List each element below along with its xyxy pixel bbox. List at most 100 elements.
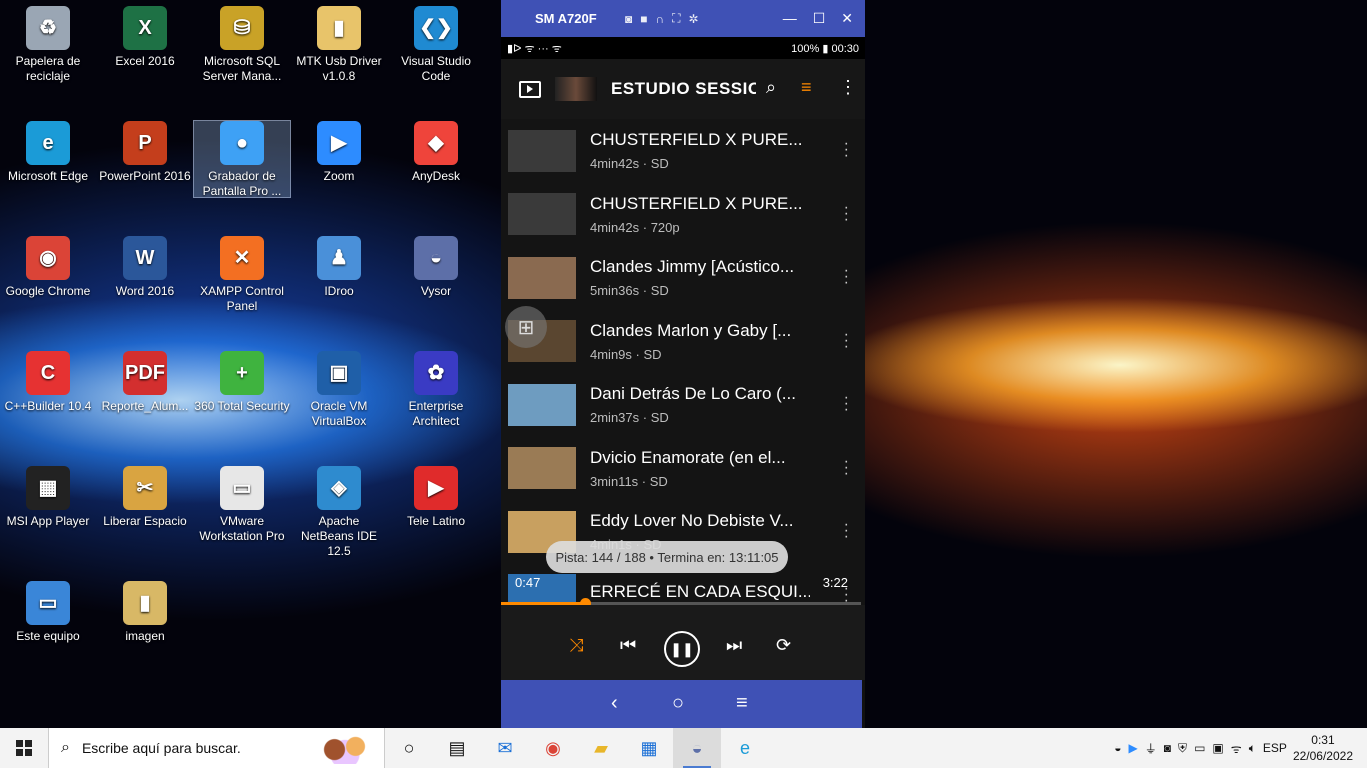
wifi-icon[interactable]: ᯤ [1231, 740, 1242, 757]
playlist-item[interactable]: CHUSTERFIELD X PURE... 4min42s · 720p · · · [501, 183, 865, 247]
task-view-icon[interactable]: ○ [385, 728, 433, 768]
usb-tray-icon[interactable]: ⏚ [1145, 740, 1157, 757]
item-more-icon[interactable]: · · · [844, 199, 849, 227]
app-icon: ◆ [414, 121, 458, 165]
vysor-titlebar[interactable]: SM A720F ◙ ■ ∩ ⛶ ✲ — ☐ ✕ [501, 0, 865, 37]
chrome-icon[interactable]: ◉ [529, 728, 577, 768]
desktop-icon[interactable]: PDF Reporte_Alum... [97, 351, 193, 427]
item-more-icon[interactable]: · · · [844, 136, 849, 164]
vysor-taskbar-icon[interactable]: ◒ [673, 728, 721, 768]
app-icon: ✂ [123, 466, 167, 510]
desktop-icon-label: Zoom [323, 169, 355, 183]
minimize-button[interactable]: — [783, 10, 797, 27]
previous-icon[interactable]: ⏮ [620, 635, 636, 656]
maximize-button[interactable]: ☐ [813, 10, 826, 27]
search-icon[interactable]: ⌕ [766, 77, 776, 98]
desktop-icon[interactable]: ▮ MTK Usb Driver v1.0.8 [291, 6, 387, 83]
desktop-icon[interactable]: ◒ Vysor [388, 236, 484, 312]
item-more-icon[interactable]: · · · [844, 326, 849, 354]
edge-icon[interactable]: e [721, 728, 769, 768]
app-icon: X [123, 6, 167, 50]
desktop-icon[interactable]: ▮ imagen [97, 581, 193, 657]
desktop-icon[interactable]: ◉ Google Chrome [0, 236, 96, 312]
desktop-icon[interactable]: ✿ Enterprise Architect [388, 351, 484, 428]
queue-icon[interactable]: ≡ [801, 77, 812, 98]
desktop-icon[interactable]: ◈ Apache NetBeans IDE 12.5 [291, 466, 387, 558]
close-button[interactable]: ✕ [841, 10, 853, 27]
desktop-icon[interactable]: ▭ VMware Workstation Pro [194, 466, 290, 543]
widgets-icon[interactable]: ▤ [433, 728, 481, 768]
desktop-icon[interactable]: P PowerPoint 2016 [97, 121, 193, 197]
desktop-icon[interactable]: ♟ IDroo [291, 236, 387, 312]
network-tray-icon[interactable]: ▣ [1212, 741, 1223, 755]
desktop-icon[interactable]: W Word 2016 [97, 236, 193, 312]
item-more-icon[interactable]: · · · [844, 263, 849, 291]
fullscreen-icon[interactable]: ⛶ [672, 11, 680, 26]
track-meta: 5min36s · SD [590, 283, 669, 299]
desktop-icon[interactable]: C C++Builder 10.4 [0, 351, 96, 427]
status-left: ▮ᐅ ᯤ ··· ᯤ [507, 42, 562, 55]
desktop-icon[interactable]: ▶ Tele Latino [388, 466, 484, 542]
zoom-tray-icon[interactable]: ▶ [1129, 741, 1138, 755]
app-icon: ⛁ [220, 6, 264, 50]
desktop-icon-label: Word 2016 [115, 284, 175, 298]
desktop-icon[interactable]: ◆ AnyDesk [388, 121, 484, 197]
playlist-item[interactable]: CHUSTERFIELD X PURE... 4min42s · SD · · · [501, 119, 865, 183]
back-icon[interactable]: ‹ [611, 692, 618, 715]
track-title: ERRECÉ EN CADA ESQUI... [590, 582, 810, 602]
language-indicator[interactable]: ESP [1263, 741, 1287, 755]
volume-icon[interactable]: 🔈︎ [1249, 741, 1256, 756]
desktop-icon[interactable]: ▶ Zoom [291, 121, 387, 197]
desktop-icon[interactable]: e Microsoft Edge [0, 121, 96, 197]
next-icon[interactable]: ⏭ [726, 635, 742, 656]
vysor-tray-icon[interactable]: ◒ [1114, 741, 1121, 755]
mail-icon[interactable]: ✉ [481, 728, 529, 768]
playlist-item[interactable]: Dani Detrás De Lo Caro (... 2min37s · SD ·… [501, 373, 865, 437]
display-tray-icon[interactable]: ▭ [1194, 741, 1205, 755]
store-icon[interactable]: ▦ [625, 728, 673, 768]
playlist-item[interactable]: Clandes Marlon y Gaby [... 4min9s · SD · · · [501, 310, 865, 374]
desktop-icon[interactable]: +360 Total Security [194, 351, 290, 427]
recents-icon[interactable]: ≡ [736, 692, 748, 715]
playlist-item[interactable]: Clandes Jimmy [Acústico... 5min36s · SD · ·… [501, 246, 865, 310]
item-more-icon[interactable]: · · · [844, 453, 849, 481]
app-icon: ♻ [26, 6, 70, 50]
taskbar-search[interactable]: ⌕ Escribe aquí para buscar. [48, 728, 385, 768]
playlist[interactable]: CHUSTERFIELD X PURE... 4min42s · SD · · · CHU… [501, 119, 865, 605]
settings-icon[interactable]: ✲ [689, 12, 699, 26]
start-button[interactable] [0, 740, 48, 756]
shuffle-icon[interactable]: ⤨ [569, 635, 583, 656]
current-thumb[interactable] [555, 77, 597, 101]
track-title: CHUSTERFIELD X PURE... [590, 130, 803, 150]
video-thumbnail [508, 256, 576, 299]
app-icon: PDF [123, 351, 167, 395]
desktop-icon[interactable]: ● Grabador de Pantalla Pro ... [193, 120, 291, 198]
desktop-icon-label: C++Builder 10.4 [4, 399, 92, 413]
desktop-icon[interactable]: ⛁ Microsoft SQL Server Mana... [194, 6, 290, 83]
desktop-icon[interactable]: ▣ Oracle VM VirtualBox [291, 351, 387, 428]
item-more-icon[interactable]: · · · [844, 390, 849, 418]
desktop-icon[interactable]: ▦ MSI App Player [0, 466, 96, 542]
security-tray-icon[interactable]: ⛨ [1178, 741, 1187, 756]
playlist-item[interactable]: Dvicio Enamorate (en el... 3min11s · SD · ·… [501, 437, 865, 501]
headset-icon[interactable]: ∩ [656, 12, 665, 26]
item-more-icon[interactable]: · · · [844, 517, 849, 545]
clock[interactable]: 0:31 22/06/2022 [1293, 732, 1353, 764]
home-icon[interactable]: ○ [672, 692, 684, 715]
camera-icon[interactable]: ◙ [625, 12, 632, 26]
repeat-icon[interactable]: ⟳ [776, 635, 791, 656]
app-icon: ▶ [414, 466, 458, 510]
app-icon: + [220, 351, 264, 395]
desktop-icon[interactable]: ✕ XAMPP Control Panel [194, 236, 290, 313]
pause-button[interactable]: ❚❚ [664, 631, 700, 667]
recorder-tray-icon[interactable]: ◙ [1164, 741, 1171, 755]
more-icon[interactable]: ⋮ [839, 77, 857, 98]
grid-float-icon[interactable]: ⊞ [505, 306, 547, 348]
file-explorer-icon[interactable]: ▰ [577, 728, 625, 768]
desktop-icon[interactable]: X Excel 2016 [97, 6, 193, 82]
desktop-icon[interactable]: ▭ Este equipo [0, 581, 96, 657]
desktop-icon[interactable]: ✂ Liberar Espacio [97, 466, 193, 542]
video-icon[interactable]: ■ [640, 12, 647, 26]
desktop-icon[interactable]: ❮❯ Visual Studio Code [388, 6, 484, 83]
desktop-icon[interactable]: ♻ Papelera de reciclaje [0, 6, 96, 83]
